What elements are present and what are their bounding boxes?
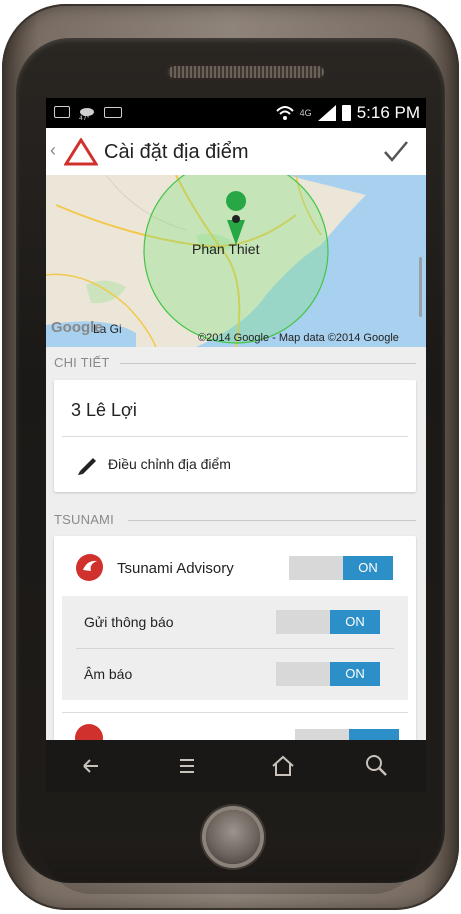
map-attribution: ©2014 Google - Map data ©2014 Google	[198, 332, 399, 344]
home-icon[interactable]	[268, 752, 298, 780]
chevron-left-icon[interactable]: ‹	[50, 140, 56, 161]
toggle-on-label: ON	[343, 556, 393, 580]
navigation-bar	[46, 740, 426, 792]
section-divider	[128, 520, 416, 521]
alert-name: Tsunami Advisory	[117, 560, 234, 577]
list-divider	[62, 712, 408, 713]
signal-icon	[317, 105, 336, 121]
voicemail-icon	[104, 106, 122, 118]
address-text[interactable]: 3 Lê Lợi	[71, 400, 137, 421]
location-map[interactable]: Phan Thiet La Gi Google ©2014 Google - M…	[46, 175, 426, 347]
panel-divider	[76, 648, 394, 649]
search-icon[interactable]	[362, 752, 392, 780]
edit-location-button[interactable]: Điều chỉnh địa điểm	[76, 453, 231, 475]
card-divider	[62, 436, 408, 437]
wifi-icon	[275, 106, 294, 120]
network-type: 4G	[299, 108, 312, 118]
section-divider	[120, 363, 416, 364]
screen: 47° 4G 5:16 PM ‹ Cài đặt địa điểm Phan T…	[46, 98, 426, 740]
battery-icon	[341, 105, 351, 121]
tsunami-icon	[75, 724, 103, 740]
clock: 5:16 PM	[356, 103, 420, 122]
check-icon[interactable]	[382, 138, 410, 164]
details-card: 3 Lê Lợi Điều chỉnh địa điểm	[54, 380, 416, 492]
alert-row: Tsunami Advisory ON	[54, 536, 416, 596]
trackball-button[interactable]	[206, 810, 260, 864]
status-bar: 47° 4G 5:16 PM	[46, 98, 426, 128]
notify-label: Gửi thông báo	[84, 614, 174, 630]
edit-location-label: Điều chỉnh địa điểm	[108, 456, 231, 472]
earpiece-speaker	[166, 64, 326, 80]
back-icon[interactable]	[76, 752, 106, 780]
action-bar: ‹ Cài đặt địa điểm	[46, 128, 426, 176]
pencil-icon	[78, 458, 96, 475]
menu-icon[interactable]	[172, 752, 202, 780]
details-section-header: CHI TIẾT	[54, 355, 110, 370]
sound-label: Âm báo	[84, 666, 133, 682]
notify-toggle[interactable]: ON	[276, 610, 380, 634]
image-notification-icon	[54, 106, 70, 118]
alert-toggle[interactable]	[295, 729, 399, 740]
map-city-label: Phan Thiet	[192, 241, 260, 257]
alert-toggle[interactable]: ON	[289, 556, 393, 580]
tsunami-card: Tsunami Advisory ON Gửi thông báo ON Âm …	[54, 536, 416, 740]
warning-triangle-icon[interactable]	[64, 138, 98, 166]
toggle-on-label: ON	[330, 662, 380, 686]
sound-toggle[interactable]: ON	[276, 662, 380, 686]
svg-text:47°: 47°	[79, 115, 90, 120]
scrollbar[interactable]	[419, 257, 422, 317]
alert-settings-panel: Gửi thông báo ON Âm báo ON	[62, 596, 408, 700]
tsunami-section-header: TSUNAMI	[54, 512, 114, 527]
page-title: Cài đặt địa điểm	[104, 141, 249, 163]
tsunami-icon	[76, 554, 103, 581]
google-logo: Google	[51, 319, 103, 336]
weather-notification-icon: 47°	[78, 105, 96, 122]
toggle-on-label: ON	[330, 610, 380, 634]
